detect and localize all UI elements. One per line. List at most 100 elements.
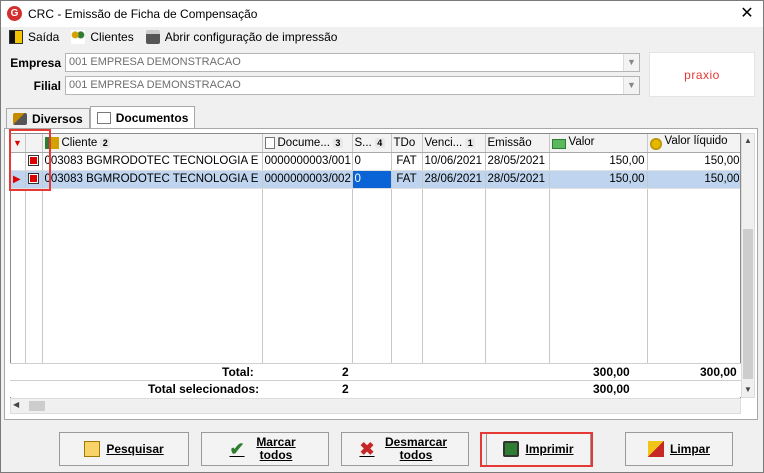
marcar-todos-label: Marcar todos [256,435,296,462]
sort-order-badge: 3 [332,137,343,148]
col-vencimento-label: Venci... [424,136,463,149]
cell-s-focused[interactable]: 0 [352,170,392,189]
tab-diversos[interactable]: Diversos [6,108,90,129]
cell-valor-liquido[interactable]: 150,00 [647,170,740,189]
printer-icon [145,30,160,44]
menu-saida[interactable]: Saída [9,30,59,44]
total-selected-label: Total selecionados: [148,382,260,396]
col-tdo-label: TDo [393,136,416,149]
cell-cliente[interactable]: 003083 BGMRODOTEC TECNOLOGIA E I... [42,152,263,171]
total-row: Total: 2 300,00 300,00 [10,363,741,380]
table-row[interactable]: 003083 BGMRODOTEC TECNOLOGIA E I... 0000… [11,152,740,171]
table-row-selected[interactable]: ▶ 003083 BGMRODOTEC TECNOLOGIA E I... 00… [11,170,740,189]
tab-strip: Diversos Documentos [6,106,196,130]
chevron-down-icon[interactable]: ▼ [623,77,639,94]
praxio-logo: praxio [649,52,755,97]
clients-icon [71,30,86,44]
cell-vencimento[interactable]: 10/06/2021 [422,152,486,171]
marcar-todos-button[interactable]: ✔ Marcar todos [201,432,329,466]
filial-label: Filial [33,79,61,93]
total-valor: 300,00 [593,365,630,379]
cell-valor-liquido[interactable]: 150,00 [647,152,740,171]
col-emissao[interactable]: Emissão [485,134,550,153]
window-title: CRC - Emissão de Ficha de Compensação [28,7,258,21]
cell-tdo[interactable]: FAT [391,170,423,189]
col-valor[interactable]: Valor [549,134,648,153]
crc-app-icon: G [7,6,22,21]
total-count: 2 [342,365,349,379]
title-bar: G CRC - Emissão de Ficha de Compensação … [1,1,763,27]
highlight-checkbox-column [9,129,51,191]
cell-valor[interactable]: 150,00 [549,152,648,171]
col-cliente[interactable]: Cliente 2 [42,134,263,153]
col-tdo[interactable]: TDo [391,134,423,153]
cell-documento[interactable]: 0000000003/002 [262,170,353,189]
menu-print-config[interactable]: Abrir configuração de impressão [145,30,338,44]
cell-cliente[interactable]: 003083 BGMRODOTEC TECNOLOGIA E I... [42,170,263,189]
sort-order-badge: 2 [100,137,111,148]
col-s-label: S... [354,136,372,149]
horizontal-scroll-thumb[interactable] [29,401,45,411]
documents-table: ▼ Cliente 2 Docume... 3 S... 4 TDo Venci...… [11,134,740,379]
empresa-select[interactable]: 001 EMPRESA DEMONSTRACAO ▼ [65,53,640,72]
action-button-bar: Pesquisar ✔ Marcar todos ✖ Desmarcar tod… [4,425,758,471]
cell-tdo[interactable]: FAT [391,152,423,171]
menu-saida-label: Saída [28,30,60,44]
scroll-thumb[interactable] [743,229,753,379]
filial-value: 001 EMPRESA DEMONSTRACAO [69,79,241,91]
tab-documentos[interactable]: Documentos [89,106,196,128]
grid-header-row: ▼ Cliente 2 Docume... 3 S... 4 TDo Venci...… [11,134,740,153]
app-window: G CRC - Emissão de Ficha de Compensação … [0,0,764,473]
search-icon [84,441,101,457]
col-vencimento[interactable]: Venci... 1 [422,134,486,153]
col-valor-label: Valor [568,136,595,149]
col-s[interactable]: S... 4 [352,134,392,153]
tab-documentos-label: Documentos [115,110,189,125]
chevron-down-icon[interactable]: ▼ [623,54,639,71]
desmarcar-todos-button[interactable]: ✖ Desmarcar todos [341,432,469,466]
cell-emissao[interactable]: 28/05/2021 [485,170,550,189]
total-valor-liquido: 300,00 [700,365,737,379]
menu-clientes-label: Clientes [90,30,134,44]
tag-icon [13,113,27,125]
filial-select[interactable]: 001 EMPRESA DEMONSTRACAO ▼ [65,76,640,95]
col-documento-label: Docume... [277,136,330,149]
money-icon [551,139,566,150]
scroll-left-icon[interactable]: ◀ [13,400,19,409]
tab-diversos-label: Diversos [32,112,83,126]
eraser-icon [647,441,664,457]
empresa-label: Empresa [10,56,61,70]
total-selected-valor: 300,00 [593,382,630,396]
desmarcar-todos-label: Desmarcar todos [384,435,448,462]
menu-print-config-label: Abrir configuração de impressão [164,30,338,44]
total-selected-row: Total selecionados: 2 300,00 [10,380,741,397]
cell-documento[interactable]: 0000000003/001 [262,152,353,171]
vertical-scrollbar[interactable]: ▲ ▼ [741,133,755,398]
scroll-down-icon[interactable]: ▼ [742,383,754,397]
col-valor-liquido[interactable]: Valor líquido [647,134,740,153]
coins-icon [649,138,662,151]
empty-rows-area [11,188,740,379]
exit-icon [9,30,23,44]
menu-clientes[interactable]: Clientes [71,30,134,44]
sort-order-badge: 1 [465,137,476,148]
col-cliente-label: Cliente [61,136,98,149]
menu-bar: Saída Clientes Abrir configuração de imp… [1,27,763,47]
document-icon [96,111,111,124]
col-documento[interactable]: Docume... 3 [262,134,353,153]
pesquisar-button[interactable]: Pesquisar [59,432,189,466]
check-icon: ✔ [229,439,245,459]
limpar-button[interactable]: Limpar [625,432,733,466]
close-button[interactable]: ✕ [737,4,757,24]
cell-valor[interactable]: 150,00 [549,170,648,189]
limpar-label: Limpar [669,441,710,456]
cell-vencimento[interactable]: 28/06/2021 [422,170,486,189]
empresa-value: 001 EMPRESA DEMONSTRACAO [69,56,241,68]
cell-s[interactable]: 0 [352,152,392,171]
close-icon: ✖ [359,439,375,459]
scroll-up-icon[interactable]: ▲ [742,134,754,148]
col-valor-liquido-label: Valor líquido [664,135,728,148]
cell-emissao[interactable]: 28/05/2021 [485,152,550,171]
total-label: Total: [222,365,254,379]
horizontal-scrollbar[interactable]: ◀ [10,398,741,414]
